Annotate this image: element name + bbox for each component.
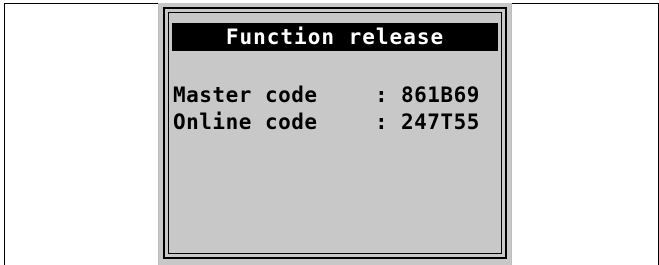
master-code-separator: : xyxy=(375,83,389,107)
lcd-screen: Function release Master code:861B69 Onli… xyxy=(158,3,512,265)
frame-line-left xyxy=(4,3,5,265)
online-code-row: Online code:247T55 xyxy=(173,108,480,136)
master-code-row: Master code:861B69 xyxy=(173,81,480,109)
online-code-separator: : xyxy=(375,110,389,134)
master-code-value: 861B69 xyxy=(401,83,480,107)
online-code-value: 247T55 xyxy=(401,110,480,134)
master-code-label: Master code xyxy=(173,83,318,107)
page: Function release Master code:861B69 Onli… xyxy=(0,0,659,265)
screen-title: Function release xyxy=(172,23,498,51)
online-code-label: Online code xyxy=(173,110,318,134)
